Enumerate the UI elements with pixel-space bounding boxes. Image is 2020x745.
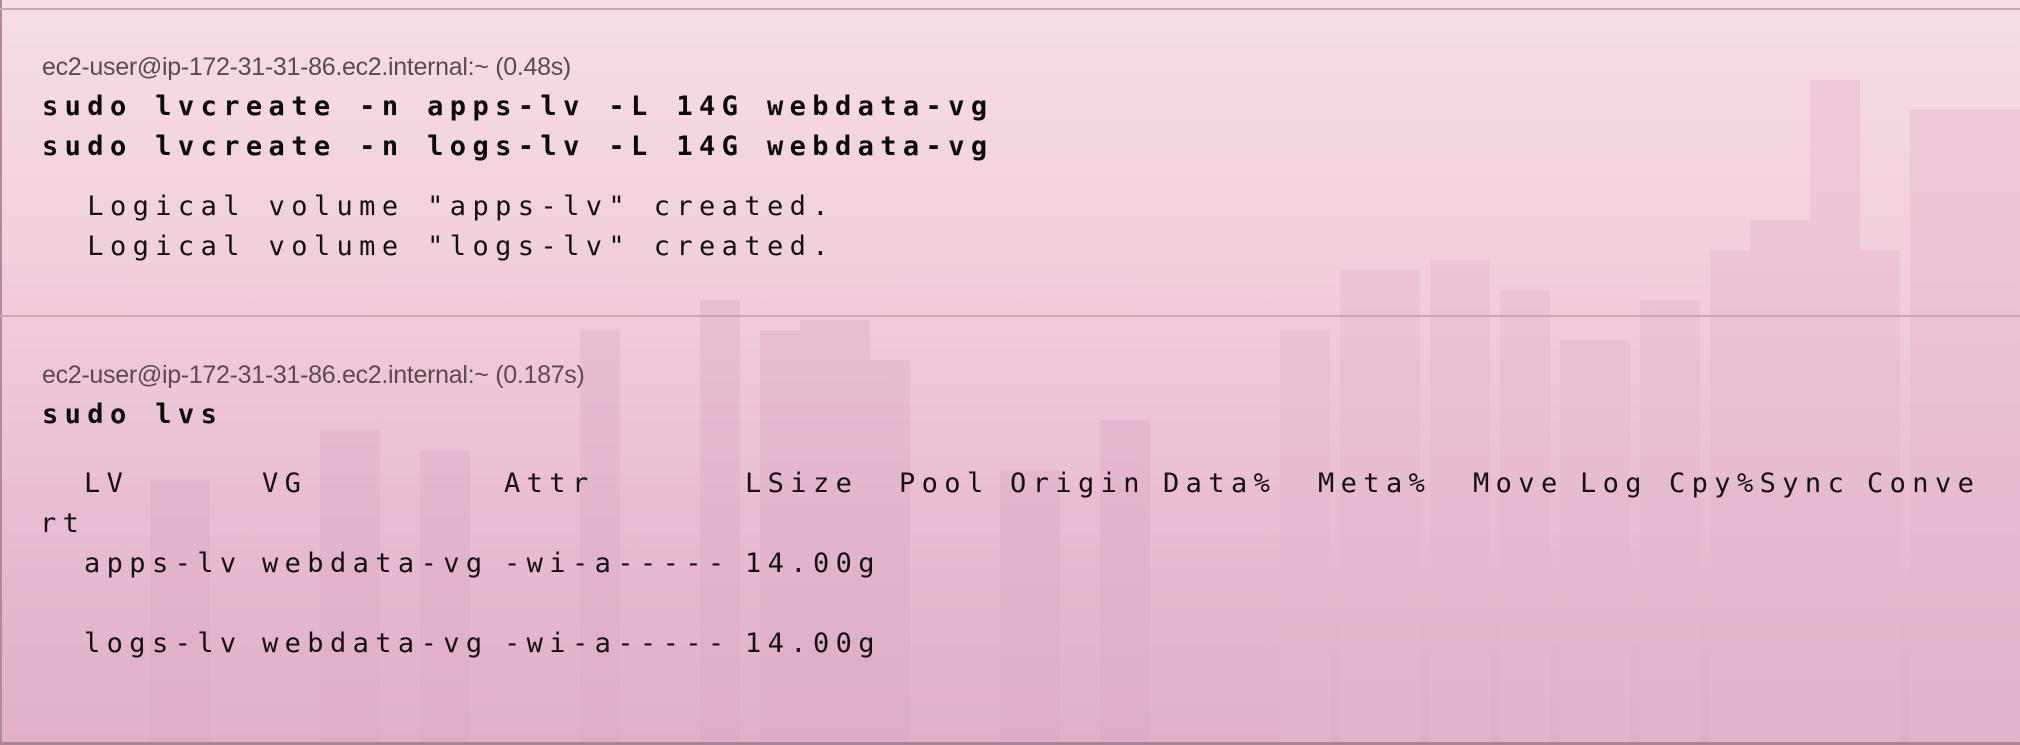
header-move: Move: [1473, 468, 1564, 499]
window-left-border: [0, 0, 2, 745]
header-data-pct: Data%: [1163, 468, 1277, 499]
output-line: Logical volume "logs-lv" created.: [42, 231, 835, 262]
header-attr: Attr: [504, 468, 595, 499]
cell-attr: -wi-a-----: [504, 548, 731, 579]
terminal-block-lvs[interactable]: ec2-user@ip-172-31-31-86.ec2.internal:~ …: [42, 359, 2002, 435]
block-divider-middle: [0, 315, 2020, 317]
command-line: sudo lvcreate -n apps-lv -L 14G webdata-…: [42, 91, 994, 122]
header-origin: Origin: [1010, 468, 1146, 499]
cell-lsize: 14.00g: [745, 628, 881, 659]
header-meta-pct: Meta%: [1318, 468, 1432, 499]
header-lsize: LSize: [745, 468, 859, 499]
header-cpy-sync: Cpy%Sync: [1669, 468, 1851, 499]
header-lv: LV: [84, 468, 130, 499]
command-line: sudo lvcreate -n logs-lv -L 14G webdata-…: [42, 131, 994, 162]
header-vg: VG: [262, 468, 308, 499]
header-convert-wrap: rt: [40, 508, 86, 539]
header-log: Log: [1580, 468, 1648, 499]
cell-lv: apps-lv: [84, 548, 243, 579]
header-pool: Pool: [899, 468, 990, 499]
cell-vg: webdata-vg: [262, 548, 489, 579]
block-prompt: ec2-user@ip-172-31-31-86.ec2.internal:~ …: [42, 361, 585, 389]
cell-attr: -wi-a-----: [504, 628, 731, 659]
cell-lv: logs-lv: [84, 628, 243, 659]
block-divider-top: [0, 8, 2020, 10]
terminal-block-lvcreate[interactable]: ec2-user@ip-172-31-31-86.ec2.internal:~ …: [42, 51, 2002, 267]
output-line: Logical volume "apps-lv" created.: [42, 191, 835, 222]
header-convert: Conve: [1867, 468, 1981, 499]
block-prompt: ec2-user@ip-172-31-31-86.ec2.internal:~ …: [42, 53, 571, 81]
cell-vg: webdata-vg: [262, 628, 489, 659]
command-line: sudo lvs: [42, 399, 224, 430]
cell-lsize: 14.00g: [745, 548, 881, 579]
